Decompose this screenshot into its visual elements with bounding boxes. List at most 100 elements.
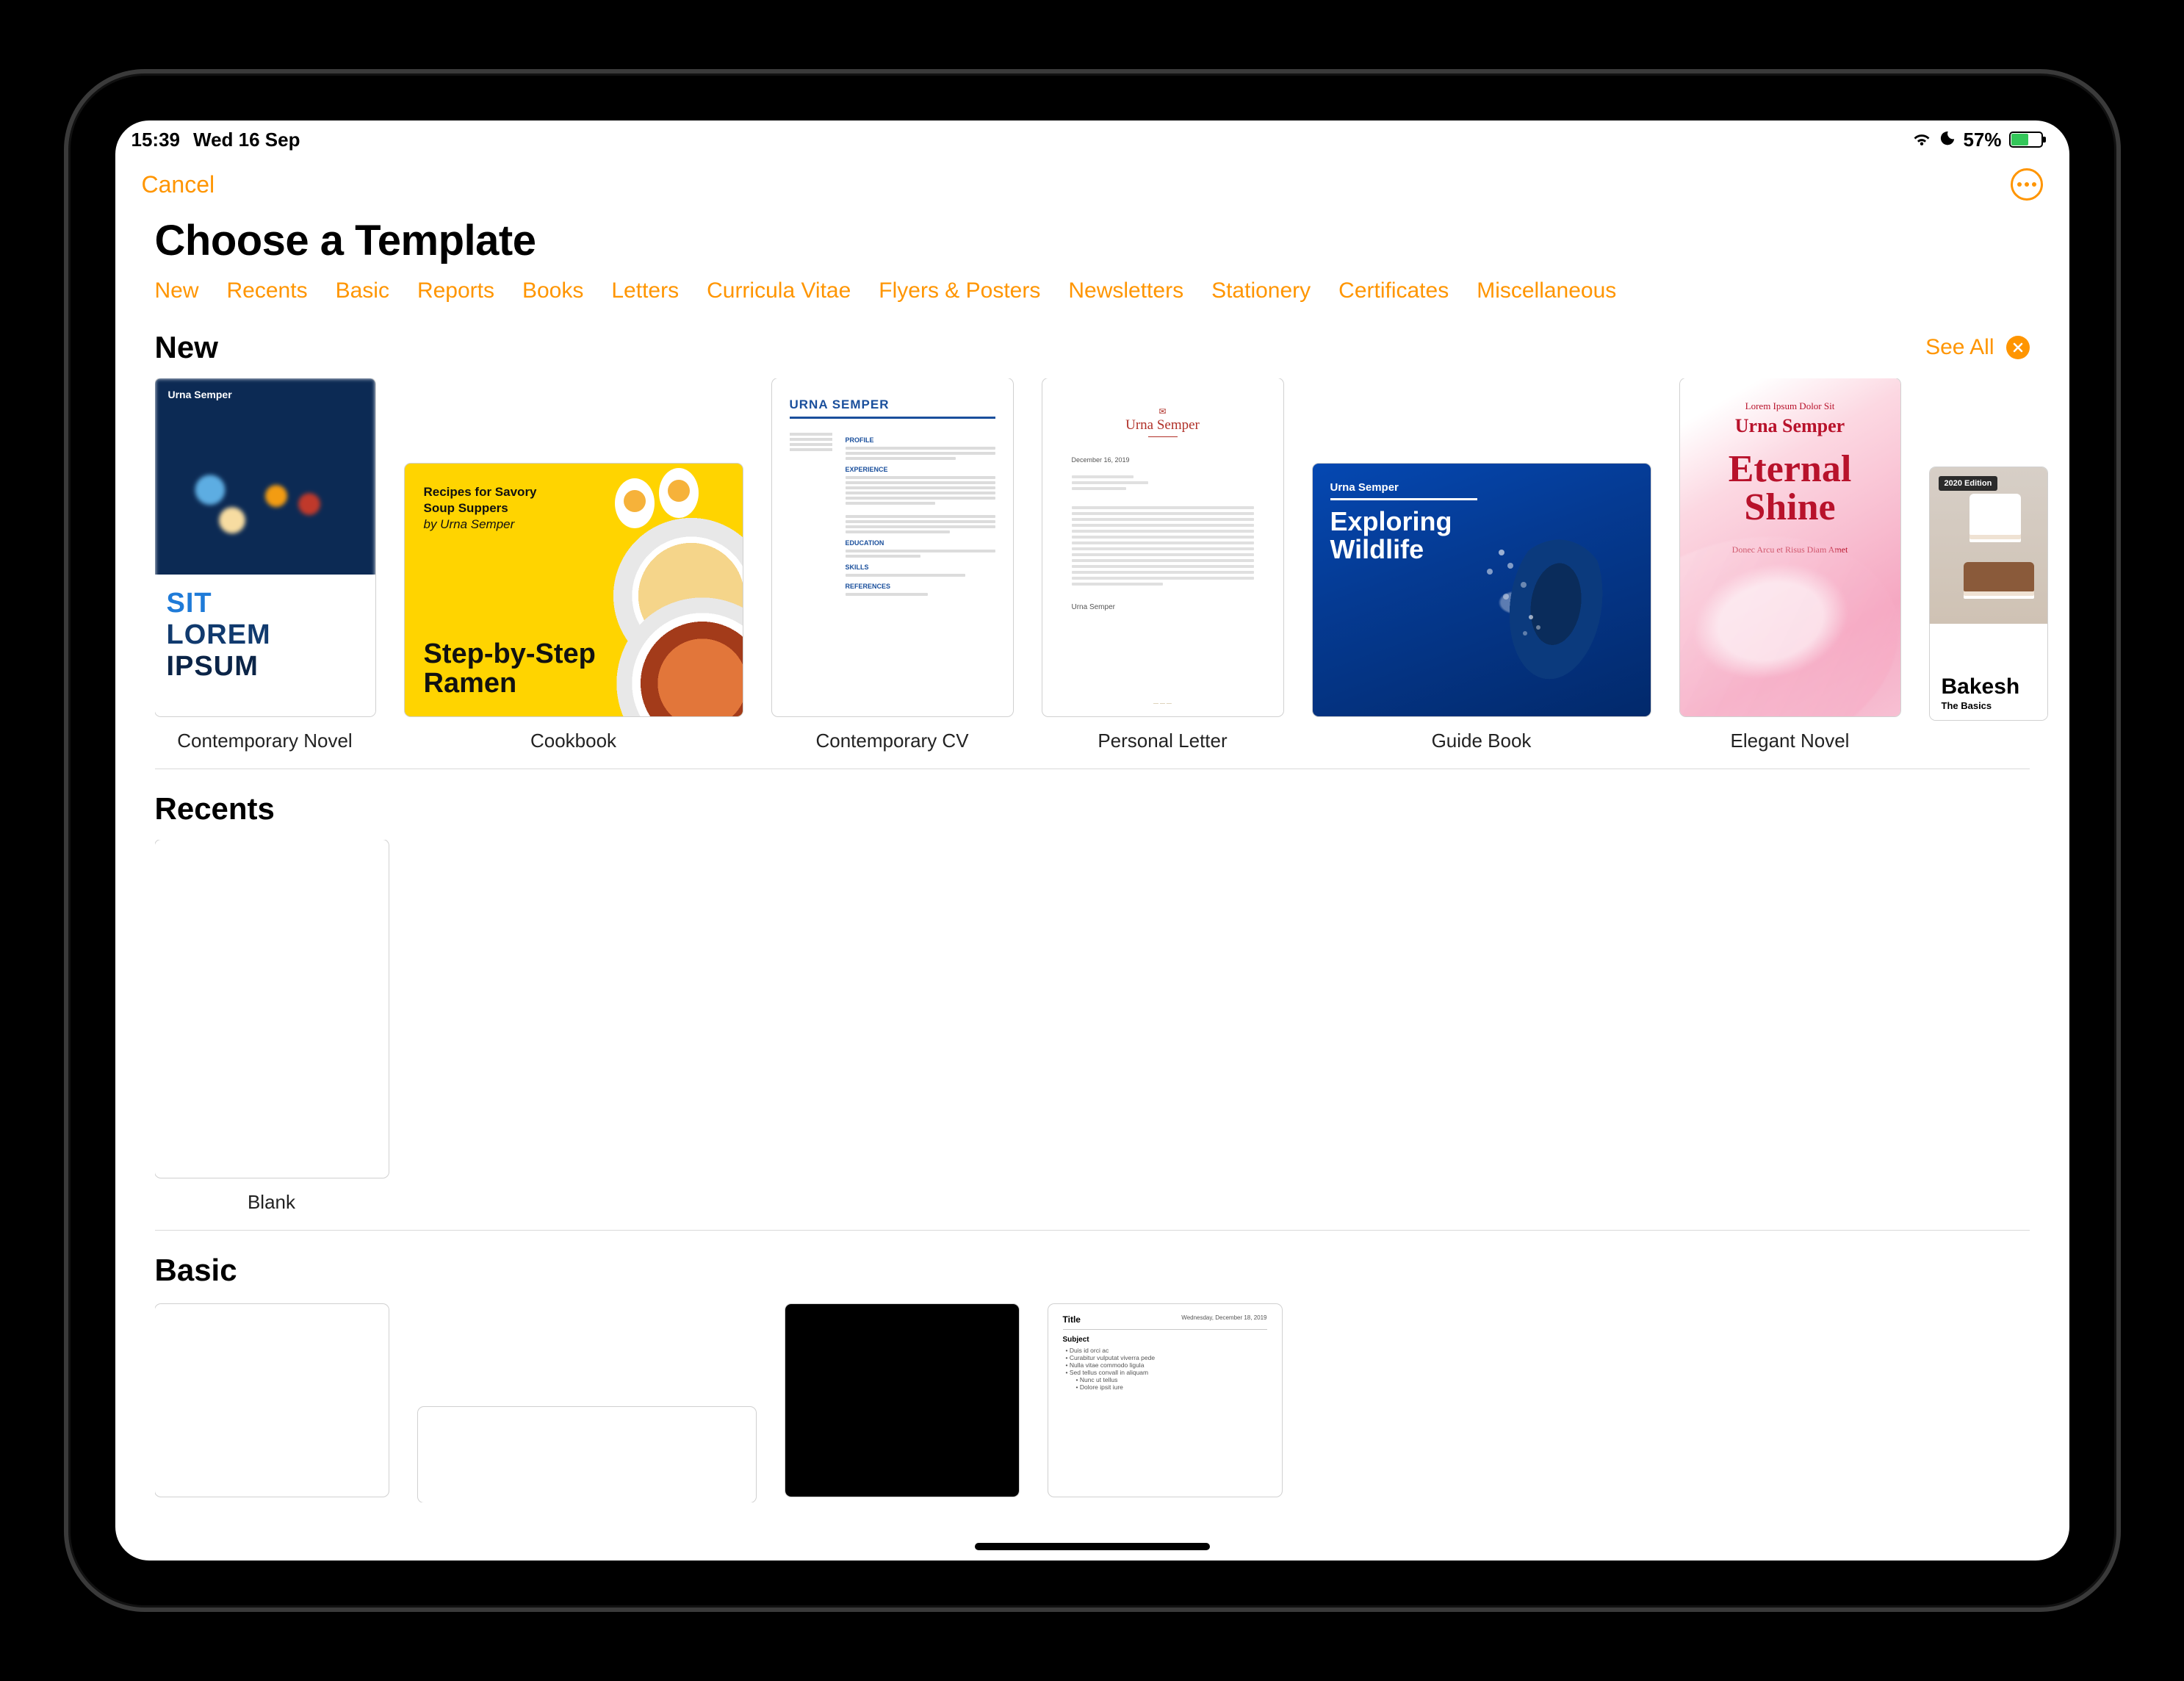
thumb-bakeshop: 2020 Edition Bakesh The Basics: [1930, 467, 2047, 720]
cb-title1: Step-by-Step: [424, 640, 596, 669]
tab-flyers[interactable]: Flyers & Posters: [879, 278, 1040, 303]
tab-certificates[interactable]: Certificates: [1338, 278, 1449, 303]
thumb-contemporary-cv: URNA SEMPER PROFILE: [772, 378, 1013, 716]
template-contemporary-novel[interactable]: Urna Semper SIT LOREM IPSUM Contemporary…: [155, 378, 375, 752]
tab-cv[interactable]: Curricula Vitae: [707, 278, 851, 303]
nav-bar: Cancel: [115, 159, 2069, 210]
nt-b0: Duis id orci ac: [1066, 1347, 1267, 1354]
divider: [155, 768, 2030, 769]
template-label: Blank: [248, 1191, 295, 1214]
gb-t1: Exploring: [1330, 508, 1477, 536]
ellipsis-icon: [2017, 182, 2036, 187]
content-scroll[interactable]: New See All Urna Semper SIT: [115, 321, 2069, 1561]
nt-sb1: Dolore ipsit iure: [1066, 1383, 1267, 1391]
bs-t2: The Basics: [1942, 700, 1992, 711]
template-label: Contemporary CV: [815, 730, 968, 752]
thumb-blank: [155, 840, 389, 1178]
row-new: Urna Semper SIT LOREM IPSUM Contemporary…: [155, 378, 2069, 752]
en-t1: Lorem Ipsum Dolor Sit: [1695, 400, 1886, 412]
cancel-button[interactable]: Cancel: [142, 171, 215, 198]
ipad-frame: 15:39 Wed 16 Sep 57% Cancel: [64, 69, 2121, 1612]
tab-stationery[interactable]: Stationery: [1211, 278, 1311, 303]
template-label: Guide Book: [1432, 730, 1532, 752]
cv-name: URNA SEMPER: [790, 397, 995, 412]
thumb-basic-black: [785, 1304, 1019, 1497]
thumb-basic-blank-1: [155, 1304, 389, 1497]
thumb-basic-blank-2: [418, 1407, 756, 1502]
nt-date: Wednesday, December 18, 2019: [1181, 1314, 1266, 1321]
section-header-recents: Recents: [155, 782, 2069, 840]
pl-sig: Urna Semper: [1072, 603, 1254, 611]
thumb-line1: SIT: [167, 588, 364, 619]
bs-t1: Bakesh: [1942, 674, 2036, 699]
template-guide-book[interactable]: Urna Semper Exploring Wildlife Guide Boo…: [1313, 464, 1651, 752]
thumb-guide-book: Urna Semper Exploring Wildlife: [1313, 464, 1651, 716]
template-label: Contemporary Novel: [177, 730, 352, 752]
template-basic-3[interactable]: [785, 1304, 1019, 1497]
template-cookbook[interactable]: Recipes for Savory Soup Suppers by Urna …: [405, 464, 743, 752]
cv-h3: EDUCATION: [846, 539, 995, 547]
see-all-new[interactable]: See All: [1925, 335, 1994, 360]
row-basic: Wednesday, December 18, 2019 Title Subje…: [155, 1301, 2069, 1502]
tab-newsletters[interactable]: Newsletters: [1068, 278, 1183, 303]
section-header-new: New See All: [155, 321, 2069, 378]
section-title-recents: Recents: [155, 791, 275, 827]
cb-sub2: Soup Suppers: [424, 500, 537, 516]
tab-reports[interactable]: Reports: [417, 278, 494, 303]
do-not-disturb-icon: [1939, 129, 1956, 151]
ipad-screen: 15:39 Wed 16 Sep 57% Cancel: [115, 120, 2069, 1561]
en-t2: Urna Semper: [1695, 415, 1886, 437]
bs-badge: 2020 Edition: [1939, 476, 1998, 491]
thumb-line3: IPSUM: [167, 651, 364, 683]
cb-title2: Ramen: [424, 669, 596, 699]
status-time: 15:39: [131, 129, 181, 151]
cb-sub1: Recipes for Savory: [424, 484, 537, 500]
status-date: Wed 16 Sep: [193, 129, 300, 151]
section-title-basic: Basic: [155, 1253, 237, 1288]
template-basic-1[interactable]: [155, 1304, 389, 1497]
cb-sub3: by Urna Semper: [424, 516, 537, 533]
pl-logo: Urna Semper: [1072, 406, 1254, 433]
section-title-new: New: [155, 330, 218, 365]
thumb-contemporary-novel: Urna Semper SIT LOREM IPSUM: [155, 378, 375, 716]
template-bakeshop-partial[interactable]: 2020 Edition Bakesh The Basics: [1930, 467, 2047, 752]
more-button[interactable]: [2011, 168, 2043, 201]
template-personal-letter[interactable]: Urna Semper December 16, 2019 Urna Sempe…: [1042, 378, 1283, 752]
en-t3a: Eternal: [1695, 450, 1886, 489]
category-tabs: New Recents Basic Reports Books Letters …: [115, 278, 2069, 321]
template-contemporary-cv[interactable]: URNA SEMPER PROFILE: [772, 378, 1013, 752]
template-label: Cookbook: [530, 730, 616, 752]
nt-subject: Subject: [1063, 1336, 1267, 1344]
tab-recents[interactable]: Recents: [227, 278, 308, 303]
template-elegant-novel[interactable]: Lorem Ipsum Dolor Sit Urna Semper Eterna…: [1680, 378, 1900, 752]
battery-icon: [2009, 132, 2043, 148]
gb-t2: Wildlife: [1330, 536, 1477, 564]
nt-b2: Nulla vitae commodo ligula: [1066, 1361, 1267, 1369]
thumb-line2: LOREM: [167, 619, 364, 651]
thumb-cookbook: Recipes for Savory Soup Suppers by Urna …: [405, 464, 743, 716]
collapse-new-icon[interactable]: [2006, 336, 2030, 359]
battery-percent: 57%: [1963, 129, 2001, 151]
thumb-note-taking: Wednesday, December 18, 2019 Title Subje…: [1048, 1304, 1282, 1497]
template-blank-recent[interactable]: Blank: [155, 840, 389, 1214]
cv-h1: PROFILE: [846, 436, 995, 444]
template-label: Elegant Novel: [1731, 730, 1850, 752]
page-title: Choose a Template: [115, 210, 2069, 278]
cv-h4: SKILLS: [846, 564, 995, 571]
tab-new[interactable]: New: [155, 278, 199, 303]
tab-basic[interactable]: Basic: [336, 278, 389, 303]
thumb-author: Urna Semper: [168, 389, 232, 400]
tab-letters[interactable]: Letters: [611, 278, 679, 303]
template-basic-note[interactable]: Wednesday, December 18, 2019 Title Subje…: [1048, 1304, 1282, 1497]
home-indicator[interactable]: [975, 1543, 1210, 1550]
cv-h5: REFERENCES: [846, 583, 995, 590]
gb-author: Urna Semper: [1330, 481, 1477, 494]
nt-b1: Curabitur vulputat viverra pede: [1066, 1354, 1267, 1361]
tab-misc[interactable]: Miscellaneous: [1477, 278, 1616, 303]
template-basic-2[interactable]: [418, 1407, 756, 1502]
nt-b3: Sed tellus convall in aliquam: [1066, 1369, 1267, 1376]
section-header-basic: Basic: [155, 1244, 2069, 1301]
divider: [155, 1230, 2030, 1231]
tab-books[interactable]: Books: [522, 278, 583, 303]
en-t3b: Shine: [1695, 489, 1886, 527]
